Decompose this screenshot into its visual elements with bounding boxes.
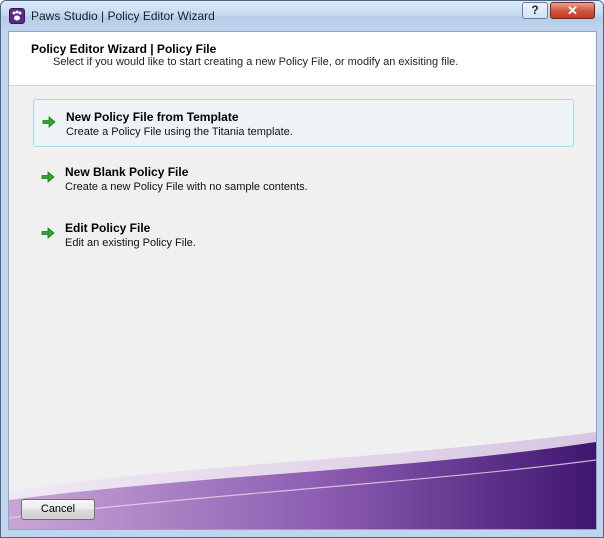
option-description: Create a Policy File using the Titania t… xyxy=(66,126,293,138)
page-subtitle: Select if you would like to start creati… xyxy=(53,56,459,68)
option-new-from-template[interactable]: New Policy File from Template Create a P… xyxy=(33,99,574,147)
help-button[interactable]: ? xyxy=(522,2,548,19)
footer-swoosh-graphic xyxy=(9,432,596,529)
close-button[interactable]: ✕ xyxy=(550,2,595,19)
option-new-blank[interactable]: New Blank Policy File Create a new Polic… xyxy=(33,155,574,203)
option-title: Edit Policy File xyxy=(65,221,151,235)
cancel-button[interactable]: Cancel xyxy=(21,499,95,520)
green-arrow-icon xyxy=(41,171,55,183)
window-title: Paws Studio | Policy Editor Wizard xyxy=(31,9,215,23)
wizard-window: Paws Studio | Policy Editor Wizard ? ✕ P… xyxy=(0,0,604,538)
option-description: Create a new Policy File with no sample … xyxy=(65,181,308,193)
wizard-body: Policy Editor Wizard | Policy File Selec… xyxy=(8,31,597,530)
option-title: New Blank Policy File xyxy=(65,165,189,179)
page-title: Policy Editor Wizard | Policy File xyxy=(31,42,217,56)
option-edit-policy[interactable]: Edit Policy File Edit an existing Policy… xyxy=(33,211,574,259)
wizard-header: Policy Editor Wizard | Policy File Selec… xyxy=(9,32,596,86)
paw-icon xyxy=(9,8,25,24)
title-bar[interactable]: Paws Studio | Policy Editor Wizard ? ✕ xyxy=(1,1,603,31)
green-arrow-icon xyxy=(41,227,55,239)
green-arrow-icon xyxy=(42,116,56,128)
option-title: New Policy File from Template xyxy=(66,110,239,124)
option-description: Edit an existing Policy File. xyxy=(65,237,196,249)
